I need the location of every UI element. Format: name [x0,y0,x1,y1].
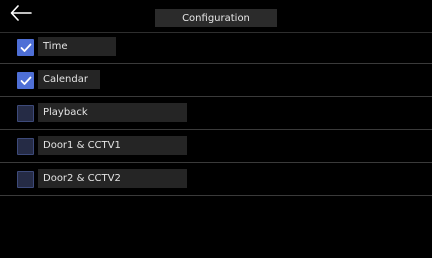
option-row-door1: Door1 & CCTV1 [0,130,432,163]
option-row-calendar: Calendar [0,64,432,97]
checkmark-icon [20,71,32,90]
door1-cctv1-checkbox[interactable] [17,138,34,155]
option-label[interactable]: Time [38,37,116,56]
option-label[interactable]: Door2 & CCTV2 [38,169,187,188]
option-row-time: Time [0,31,432,64]
calendar-checkbox[interactable] [17,72,34,89]
option-row-playback: Playback [0,97,432,130]
arrow-left-icon [10,5,32,25]
back-button[interactable] [8,4,34,26]
option-label[interactable]: Calendar [38,70,100,89]
time-checkbox[interactable] [17,39,34,56]
door2-cctv2-checkbox[interactable] [17,171,34,188]
page-title: Configuration [155,9,277,27]
option-label[interactable]: Door1 & CCTV1 [38,136,187,155]
header-bar: Configuration [0,0,432,33]
playback-checkbox[interactable] [17,105,34,122]
option-row-door2: Door2 & CCTV2 [0,163,432,196]
option-label[interactable]: Playback [38,103,187,122]
checkmark-icon [20,38,32,57]
